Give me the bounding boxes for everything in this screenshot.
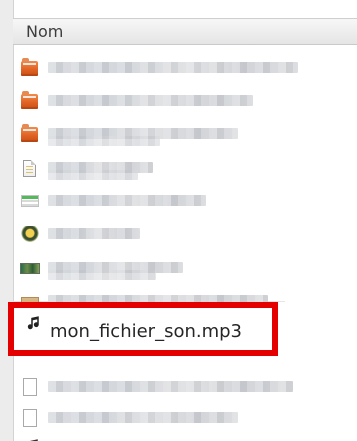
file-row[interactable] xyxy=(13,52,357,84)
name-column-header[interactable]: Nom xyxy=(13,18,357,45)
name-column-label: Nom xyxy=(26,22,64,41)
file-row[interactable] xyxy=(13,152,357,184)
document-icon xyxy=(23,409,37,427)
highlighted-file-row[interactable]: mon_fichier_son.mp3 xyxy=(8,302,278,356)
file-row[interactable] xyxy=(13,371,357,403)
file-row[interactable] xyxy=(13,402,357,434)
music-note-icon xyxy=(23,435,45,441)
blurred-file-name xyxy=(48,62,298,73)
folder-icon xyxy=(21,124,38,142)
blurred-file-name xyxy=(48,170,138,180)
document-icon xyxy=(23,160,36,177)
document-icon xyxy=(23,378,37,396)
blurred-file-name xyxy=(48,136,160,146)
left-edge-panel xyxy=(0,0,14,441)
file-row[interactable] xyxy=(13,218,357,250)
blurred-file-name xyxy=(48,95,253,106)
image-file-icon xyxy=(21,226,39,242)
blurred-file-name xyxy=(48,270,156,280)
music-note-icon xyxy=(24,312,46,335)
folder-icon xyxy=(21,58,38,76)
image-file-icon xyxy=(20,263,40,274)
blurred-file-name xyxy=(48,412,238,423)
highlighted-file-name: mon_fichier_son.mp3 xyxy=(50,321,243,342)
file-row[interactable] xyxy=(13,252,357,284)
file-row[interactable] xyxy=(13,85,357,117)
file-row[interactable] xyxy=(13,431,357,441)
blurred-file-name xyxy=(48,195,206,206)
blurred-file-name xyxy=(48,228,140,239)
file-row[interactable] xyxy=(13,118,357,150)
file-row[interactable] xyxy=(13,185,357,217)
text-file-icon xyxy=(21,195,39,207)
file-manager-window: Nom mon_fichier_son.mp3 xyxy=(0,0,357,441)
file-list[interactable] xyxy=(13,45,357,441)
folder-icon xyxy=(21,91,38,109)
blurred-file-name xyxy=(48,381,293,392)
